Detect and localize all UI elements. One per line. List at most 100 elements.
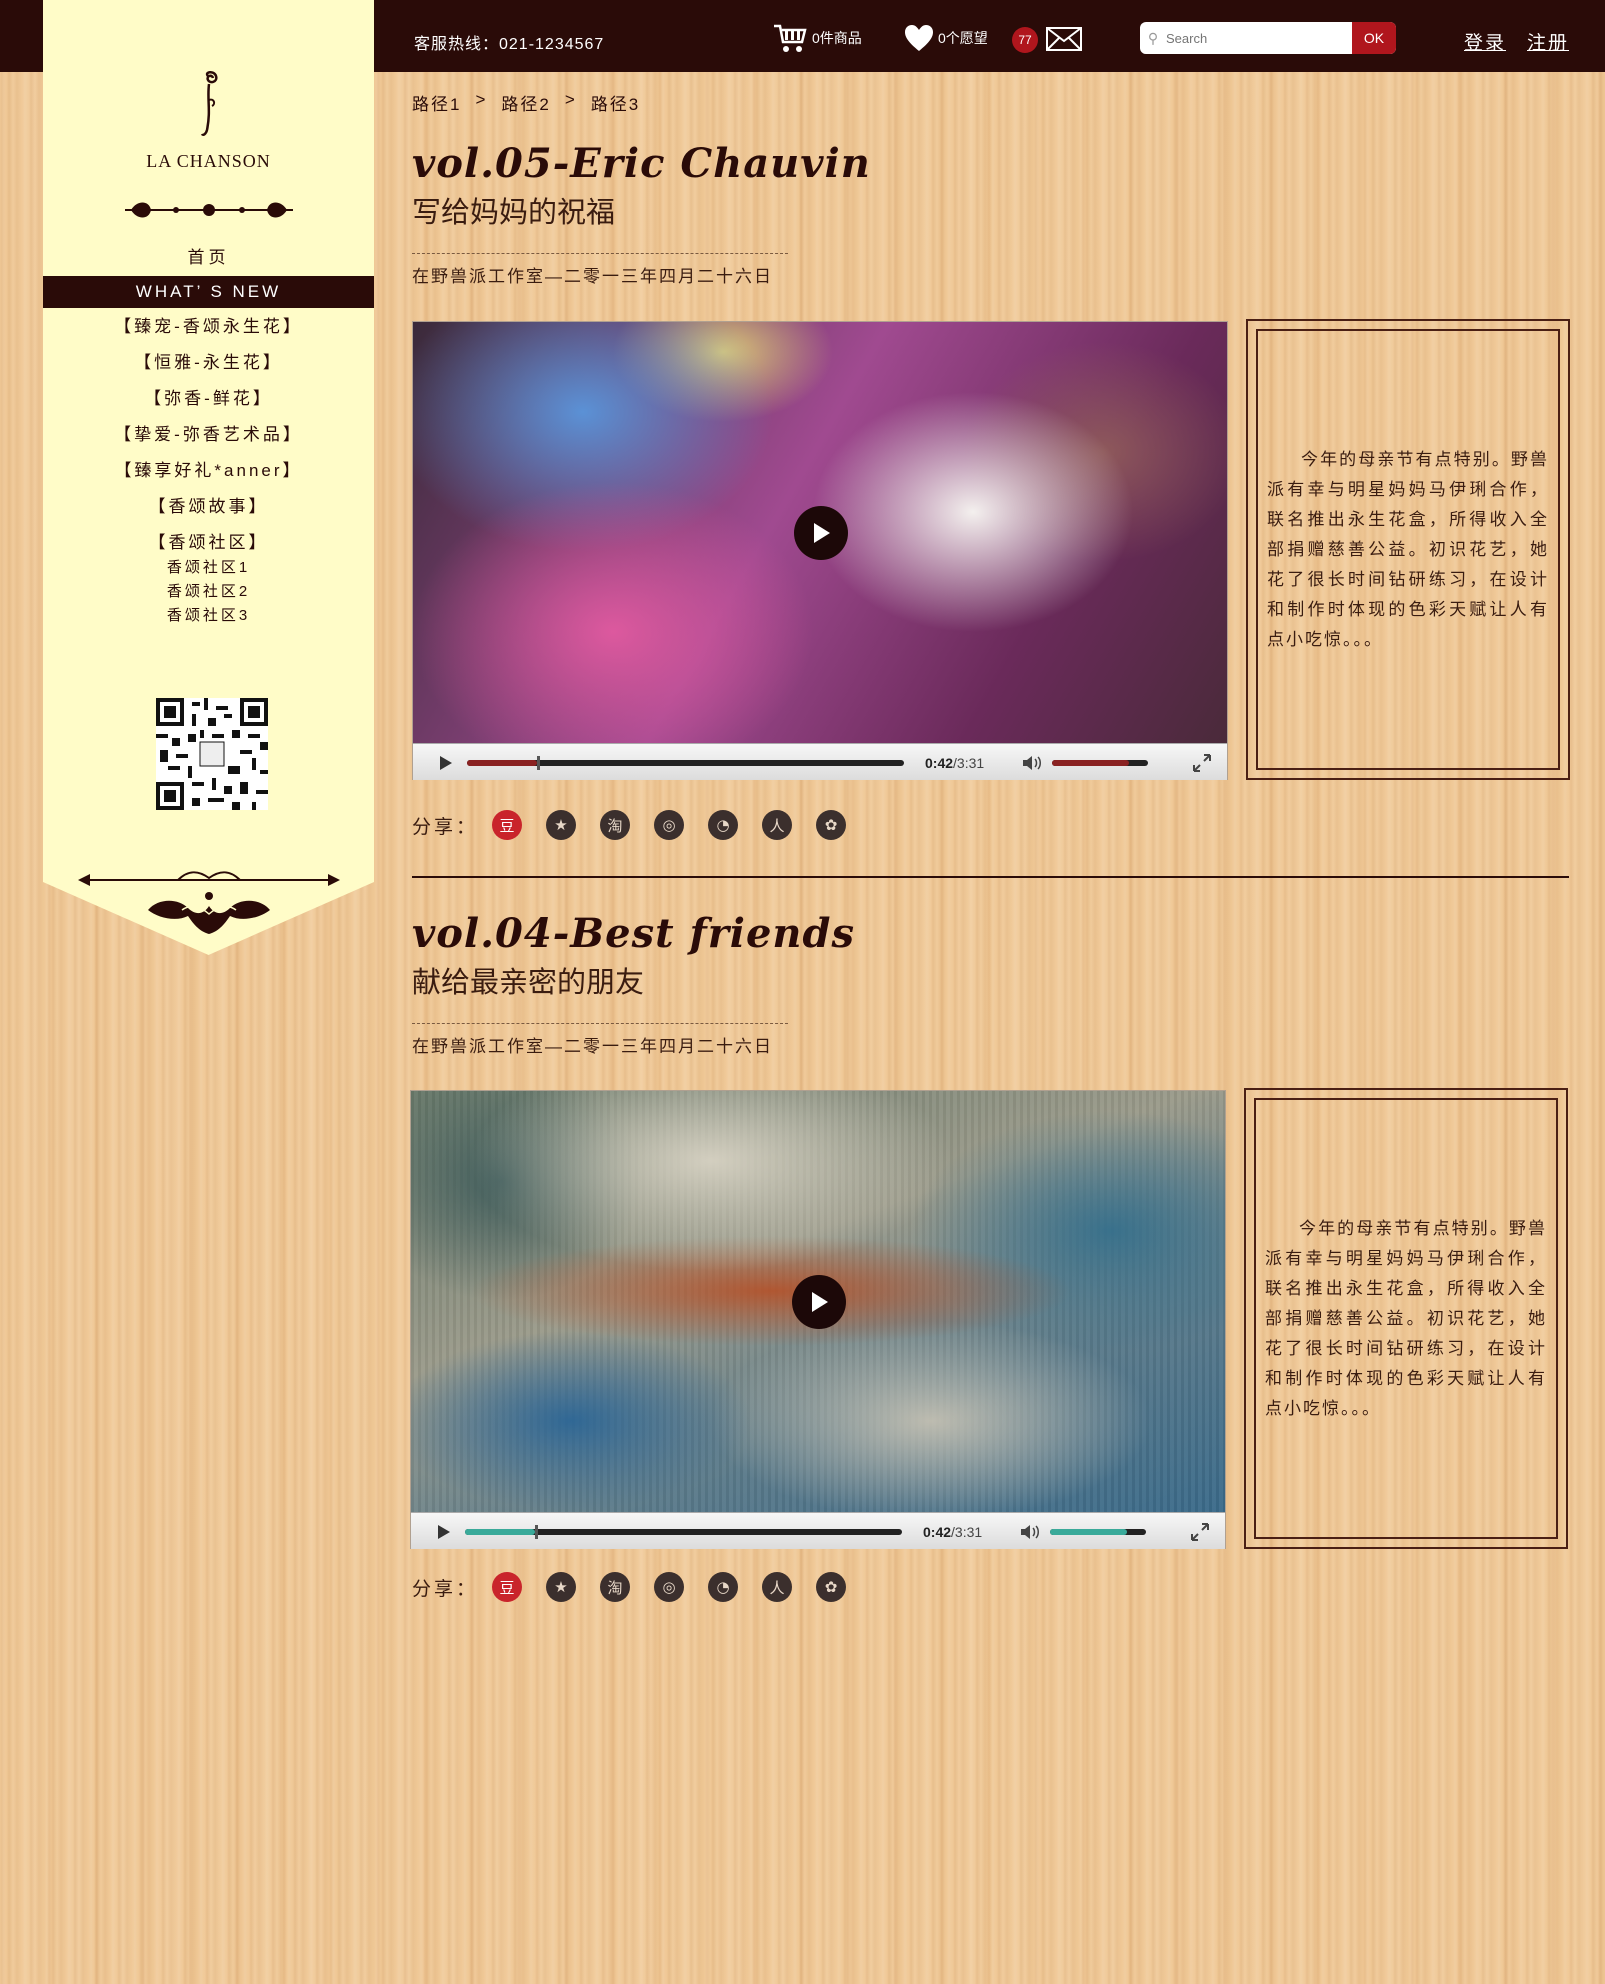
description-text: 今年的母亲节有点特别。野兽派有幸与明星妈妈马伊琍合作，联名推出永生花盒，所得收入…	[1265, 1214, 1547, 1424]
nav-subitem-community-2[interactable]: 香颂社区2	[43, 580, 374, 604]
description-paragraph: 今年的母亲节有点特别。野兽派有幸与明星妈妈马伊琍合作，联名推出永生花盒，所得收入…	[1265, 1218, 1547, 1418]
video-frame[interactable]	[413, 322, 1227, 743]
time-current: 0:42	[923, 1524, 952, 1540]
dashed-divider	[412, 1023, 788, 1024]
nav-subitem-community-1[interactable]: 香颂社区1	[43, 556, 374, 580]
breadcrumb: 路径1 > 路径2 > 路径3	[412, 90, 640, 115]
nav-item-zhenxiang[interactable]: 【臻享好礼*anner】	[43, 458, 374, 494]
cart-icon	[774, 24, 807, 52]
fullscreen-icon[interactable]	[1191, 752, 1213, 774]
wechat-icon[interactable]: ✿	[816, 810, 847, 840]
login-link[interactable]: 登录	[1464, 28, 1506, 55]
ornament-divider-icon	[125, 202, 293, 218]
description-box: 今年的母亲节有点特别。野兽派有幸与明星妈妈马伊琍合作，联名推出永生花盒，所得收入…	[1244, 1088, 1568, 1549]
progress-bar[interactable]	[467, 756, 904, 770]
progress-fill	[467, 760, 537, 766]
nav-item-mixiang[interactable]: 【弥香-鲜花】	[43, 386, 374, 422]
register-link[interactable]: 注册	[1527, 28, 1569, 55]
control-play-icon[interactable]	[440, 756, 452, 770]
breadcrumb-separator: >	[475, 90, 488, 109]
share-bar: 分享： 豆 ★ 淘 ◎ ◔ 人 ✿	[412, 1572, 870, 1602]
description-paragraph: 今年的母亲节有点特别。野兽派有幸与明星妈妈马伊琍合作，联名推出永生花盒，所得收入…	[1267, 449, 1549, 649]
description-inner-frame: 今年的母亲节有点特别。野兽派有幸与明星妈妈马伊琍合作，联名推出永生花盒，所得收入…	[1254, 1098, 1558, 1539]
message-count-badge[interactable]: 77	[1012, 27, 1038, 53]
play-icon	[814, 523, 830, 543]
renren-icon[interactable]: 人	[762, 810, 793, 840]
article-subtitle: 写给妈妈的祝福	[412, 197, 616, 229]
cart-link[interactable]: 0件商品	[772, 22, 862, 54]
article-date: 在野兽派工作室—二零一三年四月二十六日	[412, 1037, 773, 1056]
control-play-icon[interactable]	[438, 1525, 450, 1539]
description-inner-frame: 今年的母亲节有点特别。野兽派有幸与明星妈妈马伊琍合作，联名推出永生花盒，所得收入…	[1256, 329, 1560, 770]
article-title: vol.04-Best friends	[412, 910, 855, 957]
time-display: 0:42/3:31	[923, 1524, 982, 1540]
breadcrumb-item-1[interactable]: 路径1	[412, 90, 461, 115]
rose-logo-icon	[200, 71, 218, 137]
time-total: /3:31	[953, 755, 985, 771]
time-display: 0:42/3:31	[925, 755, 984, 771]
qzone-icon[interactable]: ★	[546, 810, 577, 840]
share-label: 分享：	[412, 816, 479, 838]
video-player: 0:42/3:31	[412, 321, 1228, 780]
progress-bar[interactable]	[465, 1525, 902, 1539]
article-2: vol.04-Best friends 献给最亲密的朋友 在野兽派工作室—二零一…	[410, 910, 1569, 1602]
tencent-weibo-icon[interactable]: ◔	[708, 1572, 739, 1602]
fullscreen-icon[interactable]	[1189, 1521, 1211, 1543]
time-current: 0:42	[925, 755, 954, 771]
taobao-icon[interactable]: 淘	[600, 810, 631, 840]
breadcrumb-item-3[interactable]: 路径3	[591, 90, 640, 115]
wechat-icon[interactable]: ✿	[816, 1572, 847, 1602]
video-player: 0:42/3:31	[410, 1090, 1226, 1549]
nav-sub-list: 香颂社区1 香颂社区2 香颂社区3	[43, 556, 374, 628]
weibo-icon[interactable]: ◎	[654, 810, 685, 840]
nav-item-story[interactable]: 【香颂故事】	[43, 494, 374, 530]
douban-icon[interactable]: 豆	[492, 810, 523, 840]
play-button[interactable]	[794, 506, 848, 560]
play-button[interactable]	[792, 1275, 846, 1329]
breadcrumb-separator: >	[564, 90, 577, 109]
nav-item-hengya[interactable]: 【恒雅-永生花】	[43, 350, 374, 386]
progress-handle[interactable]	[536, 756, 540, 770]
volume-slider[interactable]	[1052, 760, 1148, 766]
share-bar: 分享： 豆 ★ 淘 ◎ ◔ 人 ✿	[412, 810, 870, 840]
cart-label: 0件商品	[812, 30, 862, 46]
nav-item-zhiai[interactable]: 【挚爱-弥香艺术品】	[43, 422, 374, 458]
weibo-icon[interactable]: ◎	[654, 1572, 685, 1602]
mail-icon[interactable]	[1046, 27, 1082, 51]
nav-list: 【臻宠-香颂永生花】 【恒雅-永生花】 【弥香-鲜花】 【挚爱-弥香艺术品】 【…	[43, 314, 374, 566]
video-frame[interactable]	[411, 1091, 1225, 1512]
article-title: vol.05-Eric Chauvin	[412, 140, 871, 187]
share-label: 分享：	[412, 1578, 479, 1600]
volume-slider[interactable]	[1050, 1529, 1146, 1535]
search-icon: ⚲	[1147, 29, 1159, 46]
sidebar: LA CHANSON 首页 WHAT’ S NEW 【臻宠-香颂永生花】 【恒雅…	[43, 0, 374, 955]
douban-icon[interactable]: 豆	[492, 1572, 523, 1602]
logo[interactable]: LA CHANSON	[43, 70, 374, 172]
brand-name: LA CHANSON	[146, 151, 271, 171]
qr-code	[156, 698, 268, 810]
progress-fill	[465, 1529, 535, 1535]
renren-icon[interactable]: 人	[762, 1572, 793, 1602]
article-1: vol.05-Eric Chauvin 写给妈妈的祝福 在野兽派工作室—二零一三…	[412, 140, 1570, 840]
tencent-weibo-icon[interactable]: ◔	[708, 810, 739, 840]
nav-whats-new[interactable]: WHAT’ S NEW	[43, 276, 374, 308]
article-separator	[412, 876, 1569, 878]
ornament-flourish-icon	[78, 871, 340, 934]
nav-home[interactable]: 首页	[43, 243, 374, 268]
volume-icon[interactable]	[1022, 755, 1044, 771]
wishlist-link[interactable]: 0个愿望	[904, 24, 988, 52]
qzone-icon[interactable]: ★	[546, 1572, 577, 1602]
nav-item-yongshenghua[interactable]: 【臻宠-香颂永生花】	[43, 314, 374, 350]
volume-fill	[1052, 760, 1129, 766]
search-box: ⚲ OK	[1140, 22, 1396, 54]
search-button[interactable]: OK	[1352, 22, 1396, 54]
progress-handle[interactable]	[534, 1525, 538, 1539]
play-icon	[812, 1292, 828, 1312]
taobao-icon[interactable]: 淘	[600, 1572, 631, 1602]
player-controls: 0:42/3:31	[411, 1512, 1225, 1549]
search-input[interactable]	[1166, 22, 1352, 54]
volume-fill	[1050, 1529, 1127, 1535]
breadcrumb-item-2[interactable]: 路径2	[501, 90, 550, 115]
nav-subitem-community-3[interactable]: 香颂社区3	[43, 604, 374, 628]
volume-icon[interactable]	[1020, 1524, 1042, 1540]
